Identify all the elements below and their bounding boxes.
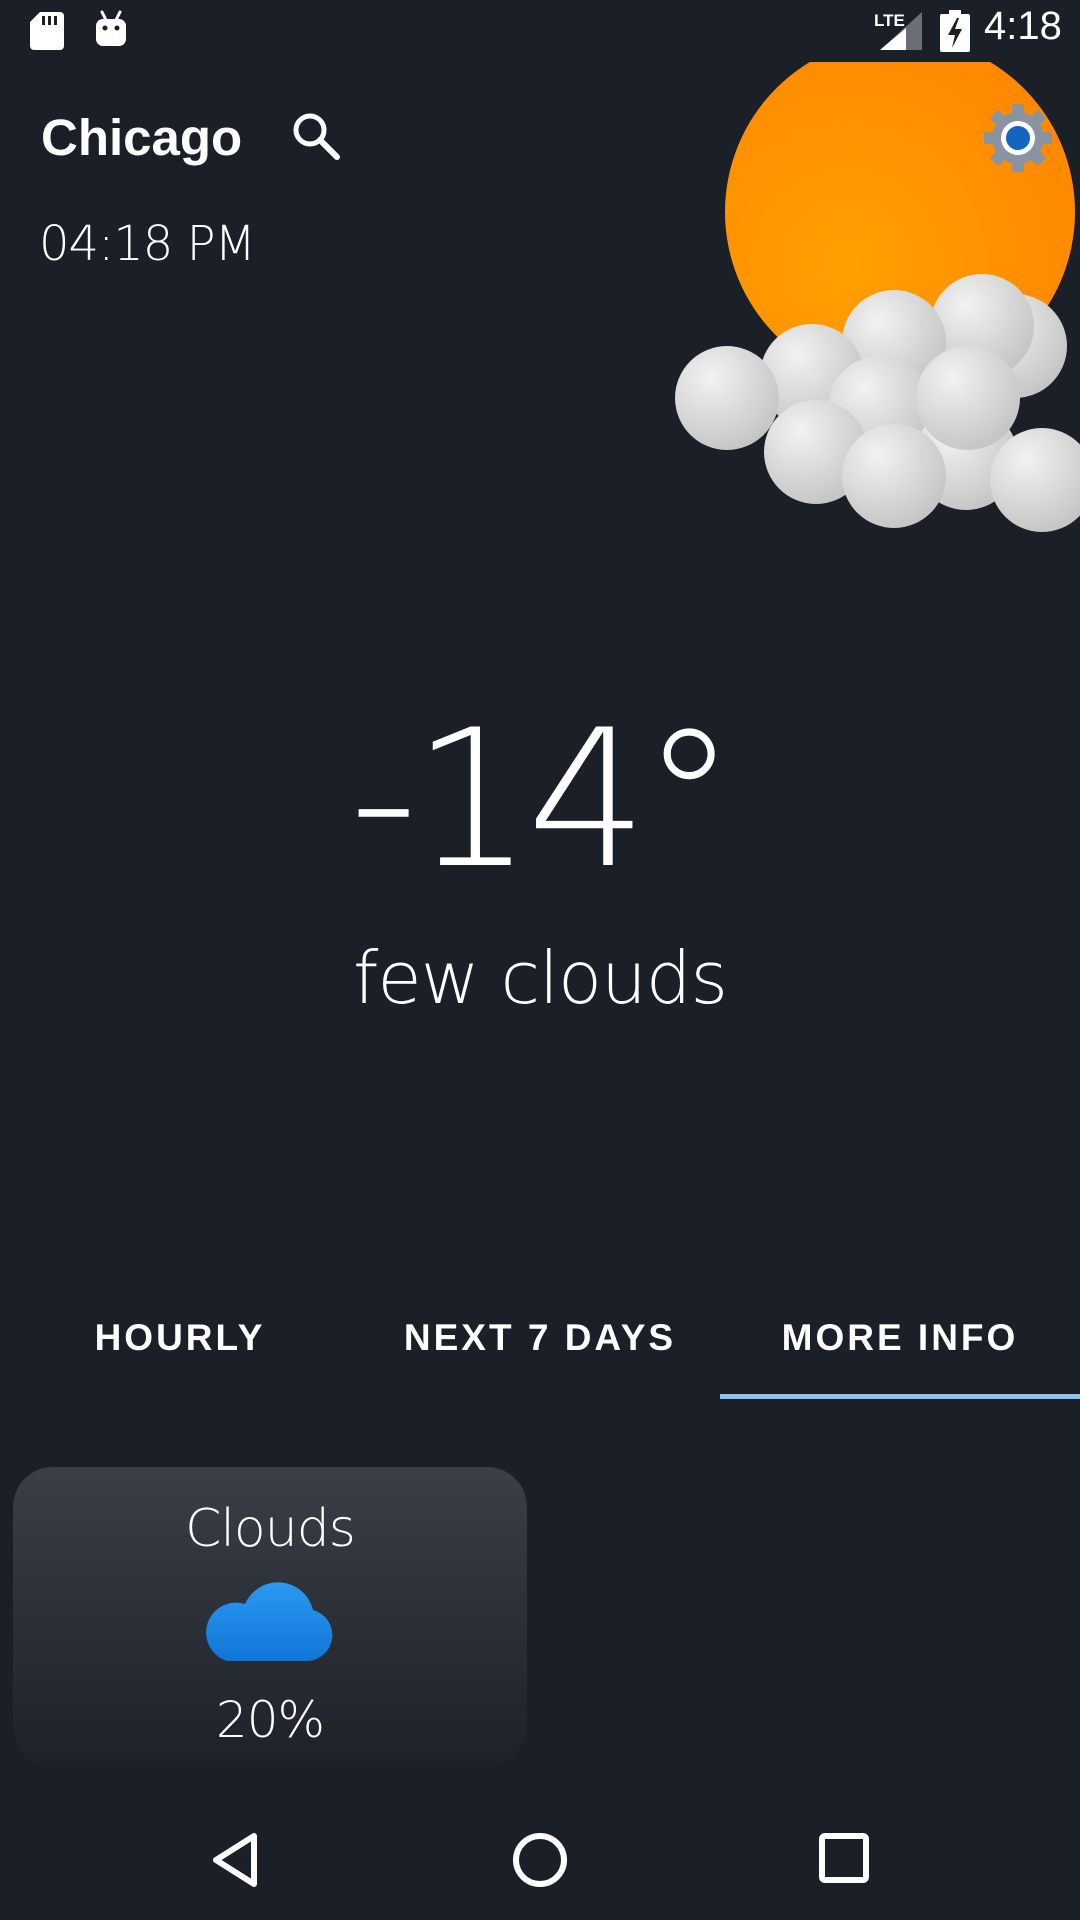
home-icon[interactable] [510, 1830, 570, 1890]
clouds-info-card: Clouds 20% [13, 1467, 527, 1767]
current-temperature: -14° [349, 689, 736, 910]
recent-apps-icon[interactable] [818, 1832, 870, 1884]
selected-tab-indicator [720, 1394, 1080, 1399]
navigation-bar [0, 1800, 1080, 1920]
signal-icon [880, 12, 922, 50]
card-value: 20% [215, 1691, 325, 1749]
tab-bar: HOURLY NEXT 7 DAYS MORE INFO [0, 1292, 1080, 1402]
local-time: 04:18 PM [39, 216, 256, 272]
sd-card-icon [30, 12, 64, 50]
back-icon[interactable] [210, 1830, 260, 1890]
card-title: Clouds [185, 1499, 356, 1559]
settings-icon[interactable] [980, 100, 1056, 176]
android-icon [96, 10, 126, 46]
tab-next-7-days[interactable]: NEXT 7 DAYS [360, 1292, 720, 1402]
search-icon[interactable] [290, 110, 342, 162]
cloud-icon [206, 1582, 333, 1661]
tab-hourly[interactable]: HOURLY [0, 1292, 360, 1402]
battery-charging-icon [940, 10, 970, 52]
city-name[interactable]: Chicago [41, 108, 242, 167]
tab-more-info[interactable]: MORE INFO [720, 1292, 1080, 1402]
status-clock: 4:18 [984, 4, 1062, 48]
status-bar: LTE 4:18 [0, 0, 1080, 62]
weather-description: few clouds [353, 936, 728, 1020]
